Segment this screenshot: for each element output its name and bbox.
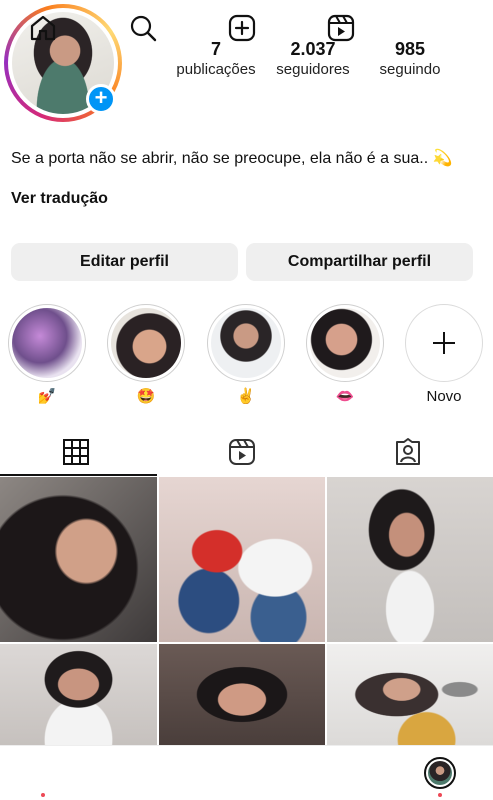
grid-icon[interactable]	[61, 437, 91, 467]
post-thumbnail[interactable]	[0, 477, 157, 642]
highlight-1[interactable]: 💅	[8, 304, 86, 406]
highlight-caption: 🤩	[136, 388, 156, 405]
share-profile-button[interactable]: Compartilhar perfil	[246, 243, 473, 281]
post-thumbnail[interactable]	[327, 477, 493, 642]
post-image	[159, 477, 325, 642]
post-thumbnail[interactable]	[327, 644, 493, 745]
post-image	[159, 644, 325, 745]
highlight-3[interactable]: ✌️	[207, 304, 285, 406]
search-icon[interactable]	[128, 13, 158, 43]
post-thumbnail[interactable]	[159, 477, 325, 642]
followers-count[interactable]: 2.037 seguidores	[268, 38, 358, 80]
bottom-navigation	[0, 745, 493, 800]
reels-icon[interactable]	[326, 13, 356, 43]
posts-count[interactable]: 7 publicações	[172, 38, 260, 80]
profile-bio: Se a porta não se abrir, não se preocupe…	[11, 150, 453, 167]
edit-profile-button[interactable]: Editar perfil	[11, 243, 238, 281]
posts-count-label: publicações	[176, 61, 256, 78]
post-thumbnail[interactable]	[0, 644, 157, 745]
highlight-ring	[306, 304, 384, 382]
highlight-cover	[12, 308, 82, 378]
highlight-2[interactable]: 🤩	[107, 304, 185, 406]
home-icon[interactable]	[28, 13, 58, 43]
profile-notification-dot	[438, 793, 442, 797]
post-image	[327, 477, 493, 642]
create-icon[interactable]	[227, 13, 257, 43]
active-tab-indicator	[0, 474, 157, 476]
post-image	[327, 644, 493, 745]
reels-icon[interactable]	[227, 437, 257, 467]
post-image	[0, 644, 157, 745]
profile-tab-avatar[interactable]	[424, 757, 456, 789]
following-count-label: seguindo	[379, 61, 441, 78]
see-translation-link[interactable]: Ver tradução	[11, 190, 108, 208]
highlight-cover	[111, 308, 181, 378]
add-story-icon[interactable]: +	[86, 84, 116, 114]
highlight-caption: 💅	[37, 388, 57, 405]
post-thumbnail[interactable]	[159, 644, 325, 745]
highlight-caption: 👄	[335, 388, 355, 405]
highlight-4[interactable]: 👄	[306, 304, 384, 406]
highlight-cover	[211, 308, 281, 378]
tagged-icon[interactable]	[393, 437, 423, 467]
home-notification-dot	[41, 793, 45, 797]
plus-icon	[433, 332, 455, 354]
post-image	[0, 477, 157, 642]
highlight-ring	[8, 304, 86, 382]
highlight-cover	[310, 308, 380, 378]
highlight-ring	[107, 304, 185, 382]
following-count[interactable]: 985 seguindo	[370, 38, 450, 80]
highlight-caption: ✌️	[236, 388, 256, 405]
new-highlight[interactable]: Novo	[405, 304, 483, 406]
new-highlight-ring	[405, 304, 483, 382]
followers-count-label: seguidores	[276, 61, 350, 78]
profile-tab-photo	[428, 761, 452, 785]
following-count-value: 985	[394, 39, 426, 59]
highlight-caption: Novo	[426, 388, 462, 405]
highlight-ring	[207, 304, 285, 382]
